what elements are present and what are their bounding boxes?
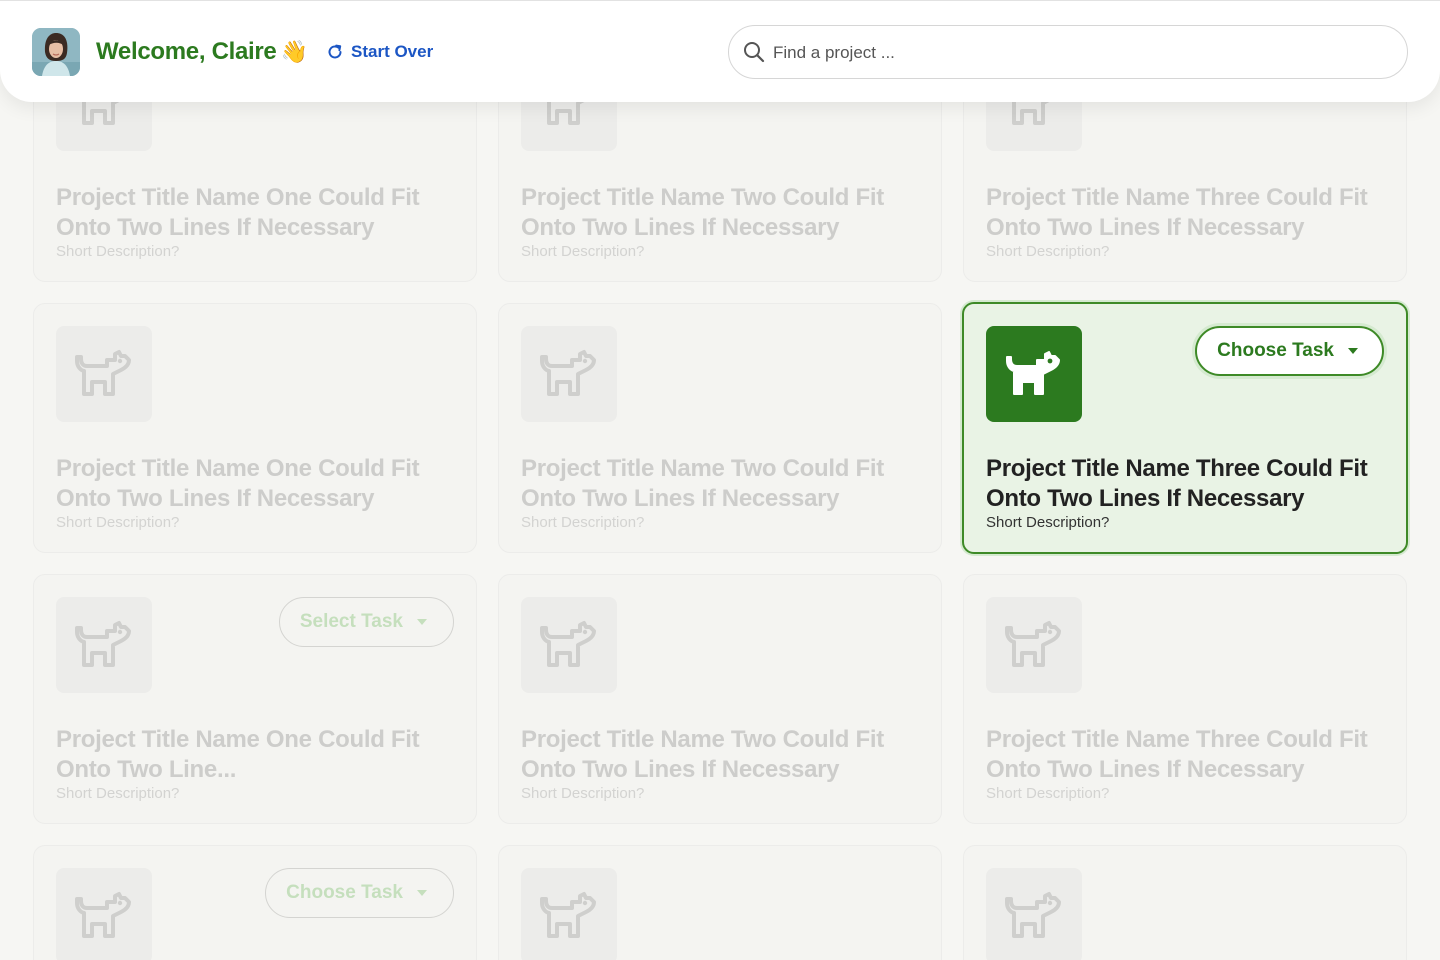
caret-down-icon xyxy=(1348,348,1358,354)
task-button-label: Choose Task xyxy=(286,882,403,903)
search-icon xyxy=(744,42,765,63)
choose-task-button[interactable]: Choose Task xyxy=(265,868,454,918)
project-title: Project Title Name Three Could Fit Onto … xyxy=(986,726,1368,783)
start-over-label: Start Over xyxy=(351,42,434,61)
project-description: Short Description? xyxy=(56,785,180,802)
project-thumbnail xyxy=(986,868,1082,960)
project-thumbnail xyxy=(986,597,1082,693)
project-title: Project Title Name Three Could Fit Onto … xyxy=(986,184,1368,241)
project-title: Project Title Name One Could Fit Onto Tw… xyxy=(56,726,420,783)
project-card[interactable] xyxy=(963,845,1407,960)
project-description: Short Description? xyxy=(521,514,645,531)
project-description: Short Description? xyxy=(986,243,1110,260)
project-description: Short Description? xyxy=(56,243,180,260)
avatar[interactable] xyxy=(32,28,80,76)
start-over-button[interactable]: Start Over xyxy=(326,41,433,63)
dog-icon xyxy=(540,621,596,667)
dog-icon xyxy=(1006,351,1060,395)
project-description: Short Description? xyxy=(986,514,1110,531)
project-card[interactable]: Project Title Name Two Could Fit Onto Tw… xyxy=(498,303,942,553)
search-input[interactable] xyxy=(771,36,1375,70)
task-button-label: Choose Task xyxy=(1217,340,1334,361)
greeting-text: Welcome, Claire xyxy=(96,38,277,65)
project-title: Project Title Name Two Could Fit Onto Tw… xyxy=(521,184,884,241)
project-thumbnail xyxy=(986,326,1082,422)
project-title: Project Title Name Two Could Fit Onto Tw… xyxy=(521,455,884,512)
project-card-selected[interactable]: Choose Task Project Title Name Three Cou… xyxy=(962,302,1408,554)
project-card[interactable]: Select Task Project Title Name One Could… xyxy=(33,574,477,824)
project-title: Project Title Name Two Could Fit Onto Tw… xyxy=(521,726,884,783)
dog-icon xyxy=(540,892,596,938)
project-title: Project Title Name One Could Fit Onto Tw… xyxy=(56,455,420,512)
dog-icon xyxy=(75,892,131,938)
dog-icon xyxy=(1005,621,1061,667)
project-search[interactable] xyxy=(728,25,1408,79)
waving-hand-icon: 👋 xyxy=(280,40,308,65)
project-card[interactable] xyxy=(498,845,942,960)
project-card[interactable]: Project Title Name One Could Fit Onto Tw… xyxy=(33,303,477,553)
dog-icon xyxy=(75,621,131,667)
caret-down-icon xyxy=(417,619,427,625)
dog-icon xyxy=(1005,892,1061,938)
choose-task-button[interactable]: Choose Task xyxy=(1195,326,1384,376)
project-title: Project Title Name Three Could Fit Onto … xyxy=(986,455,1368,512)
project-thumbnail xyxy=(56,326,152,422)
welcome-greeting: Welcome, Claire 👋 xyxy=(96,38,308,67)
project-description: Short Description? xyxy=(521,785,645,802)
project-thumbnail xyxy=(521,597,617,693)
project-thumbnail xyxy=(521,868,617,960)
project-card[interactable]: Project Title Name Two Could Fit Onto Tw… xyxy=(498,574,942,824)
task-button-label: Select Task xyxy=(299,611,403,632)
project-title: Project Title Name One Could Fit Onto Tw… xyxy=(56,184,420,241)
caret-down-icon xyxy=(417,890,427,896)
top-bar: Welcome, Claire 👋 Start Over xyxy=(0,0,1440,102)
project-thumbnail xyxy=(56,868,152,960)
dog-icon xyxy=(540,350,596,396)
user-avatar xyxy=(32,28,80,76)
project-card[interactable]: Choose Task xyxy=(33,845,477,960)
refresh-icon xyxy=(328,44,342,59)
project-description: Short Description? xyxy=(986,785,1110,802)
select-task-button[interactable]: Select Task xyxy=(278,597,454,647)
project-thumbnail xyxy=(521,326,617,422)
project-description: Short Description? xyxy=(521,243,645,260)
project-card[interactable]: Project Title Name Three Could Fit Onto … xyxy=(963,574,1407,824)
project-description: Short Description? xyxy=(56,514,180,531)
project-thumbnail xyxy=(56,597,152,693)
dog-icon xyxy=(75,350,131,396)
